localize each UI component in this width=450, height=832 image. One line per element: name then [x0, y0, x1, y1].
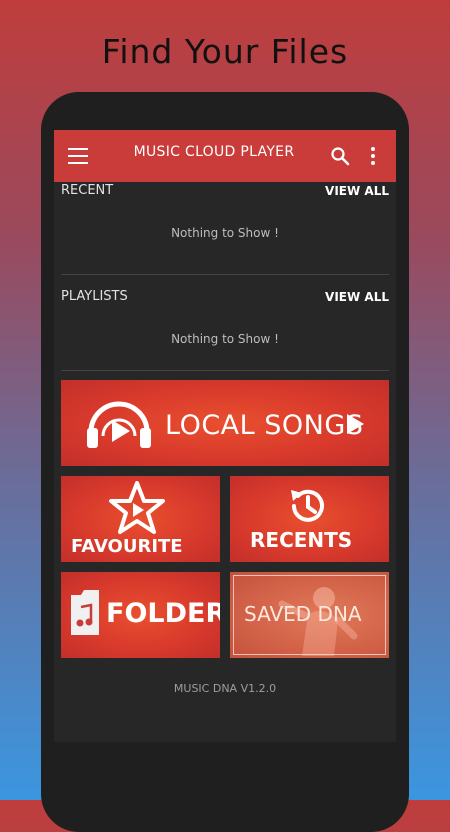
saved-dna-label: SAVED DNA: [244, 602, 362, 626]
section-divider: [61, 370, 389, 371]
recents-label: RECENTS: [250, 528, 353, 552]
clock-history-icon: [291, 489, 324, 522]
headline: Find Your Files: [101, 32, 349, 71]
version-label: MUSIC DNA V1.2.0: [173, 682, 277, 695]
recents-tile[interactable]: RECENTS: [230, 476, 389, 562]
local-songs-tile[interactable]: LOCAL SONGS: [61, 380, 389, 466]
more-vert-icon[interactable]: [370, 147, 376, 165]
app-bar: MUSIC CLOUD PLAYER: [54, 130, 396, 182]
section-recent-label: RECENT: [61, 183, 114, 198]
app-screen: MUSIC CLOUD PLAYER RECENT VIEW ALL Nothi…: [54, 130, 396, 742]
local-songs-label: LOCAL SONGS: [165, 410, 364, 441]
search-icon[interactable]: [330, 146, 350, 166]
music-folder-icon: [71, 590, 99, 635]
star-play-icon: [109, 481, 165, 534]
saved-dna-tile[interactable]: SAVED DNA: [230, 572, 389, 658]
section-divider: [61, 274, 389, 275]
playlists-empty-message: Nothing to Show !: [171, 332, 279, 346]
folders-tile[interactable]: FOLDERS: [61, 572, 220, 658]
folders-label: FOLDERS: [106, 598, 220, 629]
playlists-view-all-link[interactable]: VIEW ALL: [325, 290, 389, 304]
play-icon: [347, 414, 364, 434]
headphones-play-icon: [87, 401, 151, 448]
app-title: MUSIC CLOUD PLAYER: [133, 144, 295, 160]
favourite-label: FAVOURITE: [71, 536, 183, 557]
hamburger-menu-icon[interactable]: [68, 148, 88, 164]
section-playlists-label: PLAYLISTS: [61, 289, 128, 304]
recent-view-all-link[interactable]: VIEW ALL: [325, 184, 389, 198]
recent-empty-message: Nothing to Show !: [171, 226, 279, 240]
favourite-tile[interactable]: FAVOURITE: [61, 476, 220, 562]
